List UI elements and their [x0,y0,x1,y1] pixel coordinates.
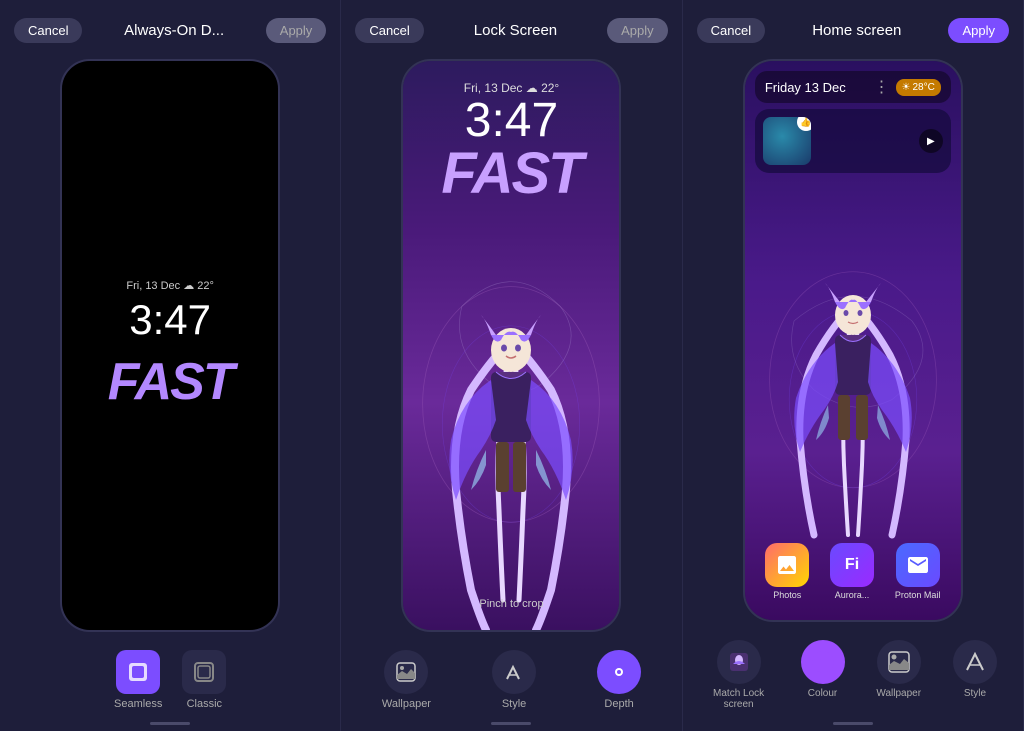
aod-date: Fri, 13 Dec ☁ 22° [126,279,214,292]
aurora-icon: Fi [830,543,874,587]
media-widget[interactable]: 👍 ▶ [755,109,951,173]
aod-word: FAST [108,352,233,412]
mail-icon [896,543,940,587]
home-toolbar: Match Lock screen Colour Wallpaper Style [693,630,1013,718]
aod-apply-button[interactable]: Apply [266,18,327,43]
lock-phone-frame: Fri, 13 Dec ☁ 22° 3:47 FAST [401,59,621,632]
play-button[interactable]: ▶ [919,129,943,153]
home-panel: Cancel Home screen Apply Friday 13 Dec ⋮… [683,0,1024,731]
home-date-widget: Friday 13 Dec ⋮ ☀ 28°C [755,71,951,103]
photos-label: Photos [773,590,801,600]
lock-panel: Cancel Lock Screen Apply Fri, 13 Dec ☁ 2… [341,0,682,731]
aod-panel: Cancel Always-On D... Apply Fri, 13 Dec … [0,0,341,731]
lock-time: 3:47 [464,97,560,145]
aod-header: Cancel Always-On D... Apply [10,10,330,51]
home-title: Home screen [812,22,901,39]
lock-depth-label: Depth [604,698,633,710]
weather-badge: ☀ 28°C [896,79,941,96]
lock-apply-button[interactable]: Apply [607,18,668,43]
photos-app[interactable]: Photos [765,543,809,600]
home-cancel-button[interactable]: Cancel [697,18,765,43]
mail-label: Proton Mail [895,590,941,600]
colour-label: Colour [808,688,837,699]
app-grid: Photos Fi Aurora... Proton Mail [755,543,951,600]
more-options-icon[interactable]: ⋮ [874,77,890,97]
home-style-label: Style [964,688,986,699]
lock-datetime: Fri, 13 Dec ☁ 22° 3:47 [464,81,560,145]
lock-cancel-button[interactable]: Cancel [355,18,423,43]
lock-wallpaper-icon [384,650,428,694]
aod-scroll-indicator [150,722,190,725]
photos-icon [765,543,809,587]
home-style-icon [953,640,997,684]
classic-icon [182,650,226,694]
lock-title: Lock Screen [474,22,557,39]
lock-fast-word: FAST [441,140,581,207]
home-phone-frame: Friday 13 Dec ⋮ ☀ 28°C 👍 ▶ [743,59,963,622]
lock-header: Cancel Lock Screen Apply [351,10,671,51]
aod-style-options: Seamless Classic [114,650,226,710]
aod-title: Always-On D... [124,22,224,39]
lock-wallpaper-label: Wallpaper [382,698,431,710]
home-wallpaper-label: Wallpaper [876,688,921,699]
seamless-option[interactable]: Seamless [114,650,162,710]
home-screen: Friday 13 Dec ⋮ ☀ 28°C 👍 ▶ [745,61,961,620]
lock-style-label: Style [502,698,526,710]
aurora-label: Aurora... [835,590,870,600]
home-wallpaper-icon [877,640,921,684]
home-date-right: ⋮ ☀ 28°C [874,77,941,97]
match-lock-icon [717,640,761,684]
weather-temp: 28°C [912,82,934,93]
home-character-svg [778,280,928,560]
lock-screen: Fri, 13 Dec ☁ 22° 3:47 FAST [403,61,619,630]
lock-character-svg [431,310,591,630]
media-thumbnail: 👍 [763,117,811,165]
classic-label: Classic [187,698,222,710]
home-header: Cancel Home screen Apply [693,10,1013,51]
lock-depth-tool[interactable]: Depth [597,650,641,710]
lock-date: Fri, 13 Dec ☁ 22° [464,81,560,95]
aod-time: 3:47 [129,296,211,344]
aurora-app[interactable]: Fi Aurora... [830,543,874,600]
classic-option[interactable]: Classic [182,650,226,710]
lock-style-icon [492,650,536,694]
lock-toolbar: Wallpaper Style Depth [351,640,671,718]
lock-character [431,310,591,630]
home-wallpaper-tool[interactable]: Wallpaper [876,640,921,710]
colour-icon [801,640,845,684]
aod-toolbar: Seamless Classic [10,640,330,718]
aod-screen: Fri, 13 Dec ☁ 22° 3:47 FAST [62,61,278,630]
lock-depth-icon [597,650,641,694]
seamless-label: Seamless [114,698,162,710]
home-scroll-indicator [833,722,873,725]
mail-app[interactable]: Proton Mail [895,543,941,600]
lock-scroll-indicator [491,722,531,725]
match-lock-label: Match Lock screen [709,688,769,710]
home-apply-button[interactable]: Apply [948,18,1009,43]
seamless-icon [116,650,160,694]
lock-style-tool[interactable]: Style [492,650,536,710]
aod-phone-frame: Fri, 13 Dec ☁ 22° 3:47 FAST [60,59,280,632]
home-character [778,280,928,560]
home-style-tool[interactable]: Style [953,640,997,710]
home-date-text: Friday 13 Dec [765,80,846,95]
colour-tool[interactable]: Colour [801,640,845,710]
pinch-to-crop-label: Pinch to crop [479,598,543,610]
match-lock-screen-tool[interactable]: Match Lock screen [709,640,769,710]
lock-wallpaper-tool[interactable]: Wallpaper [382,650,431,710]
aod-cancel-button[interactable]: Cancel [14,18,82,43]
